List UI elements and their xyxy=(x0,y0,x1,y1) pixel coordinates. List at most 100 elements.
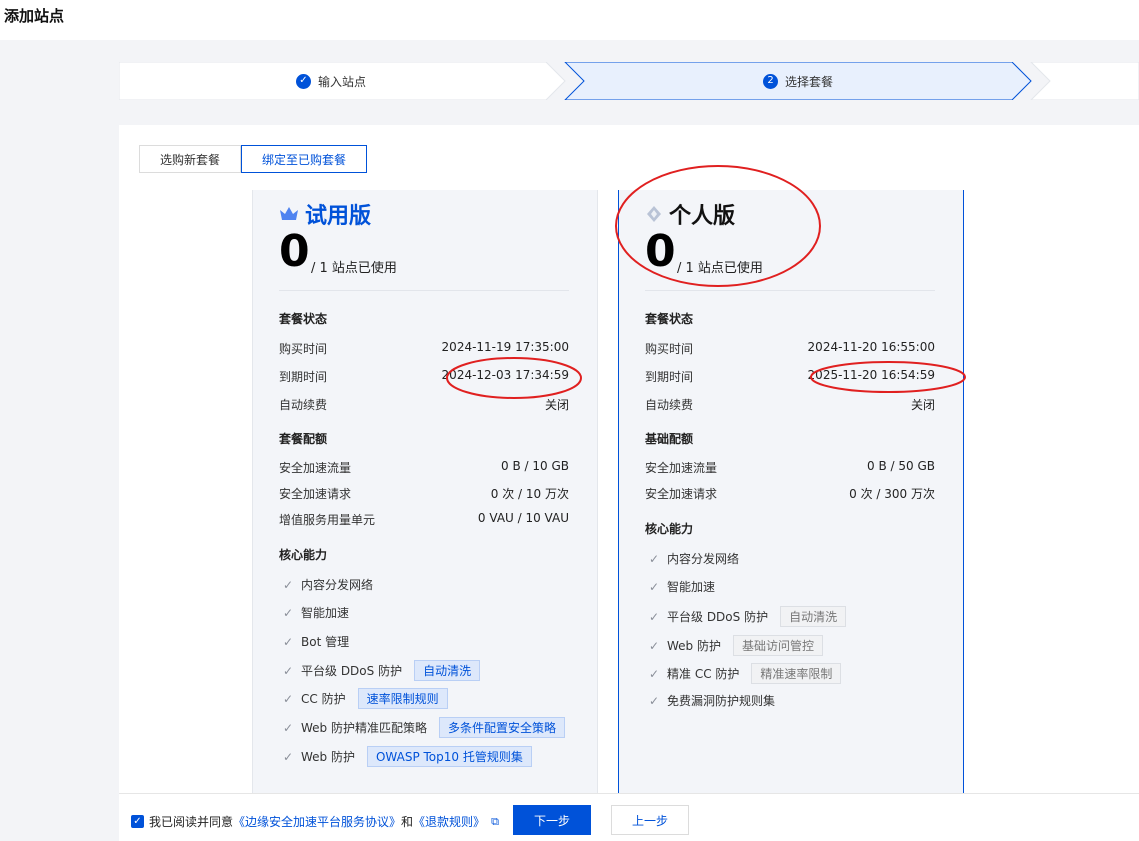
agree-checkbox[interactable]: ✓ xyxy=(131,815,144,828)
feature-item: ✓ 免费漏洞防护规则集 xyxy=(647,692,775,709)
row-label: 增值服务用量单元 xyxy=(279,513,376,527)
row-value: 关闭 xyxy=(544,398,569,412)
check-icon: ✓ xyxy=(282,691,294,706)
divider xyxy=(279,290,569,291)
crown-icon xyxy=(280,207,298,220)
purchase-time-row: 购买时间 2024-11-19 17:35:00 xyxy=(279,340,569,357)
check-icon: ✓ xyxy=(648,638,660,653)
quota-row-requests: 安全加速请求 0 次 / 10 万次 xyxy=(279,485,569,502)
feature-label: 平台级 DDoS 防护 xyxy=(667,610,769,624)
check-icon: ✓ xyxy=(282,605,294,620)
quota-row-traffic: 安全加速流量 0 B / 10 GB xyxy=(279,459,569,476)
feature-item: ✓ 平台级 DDoS 防护 自动清洗 xyxy=(281,660,481,681)
step-number-badge: 2 xyxy=(763,73,778,89)
expire-time-row: 到期时间 2025-11-20 16:54:59 xyxy=(645,368,935,385)
row-label: 到期时间 xyxy=(279,370,328,384)
feature-label: Web 防护 xyxy=(667,639,721,653)
row-label: 安全加速请求 xyxy=(279,487,352,501)
plan-card-personal[interactable]: 个人版 0 / 1 站点已使用 套餐状态 购买时间 2024-11-20 16:… xyxy=(618,190,964,800)
sites-used-count: 0 xyxy=(645,226,676,277)
check-icon: ✓ xyxy=(648,666,660,681)
tab-bind-existing-plan[interactable]: 绑定至已购套餐 xyxy=(241,145,368,173)
section-title-features: 核心能力 xyxy=(279,548,328,562)
check-icon: ✓ xyxy=(282,749,294,764)
check-icon: ✓ xyxy=(282,720,294,735)
row-label: 安全加速流量 xyxy=(645,461,718,475)
refund-rules-link[interactable]: 《退款规则》 xyxy=(413,813,485,830)
feature-tag: 速率限制规则 xyxy=(357,688,448,709)
sites-used-count: 0 xyxy=(279,226,310,277)
agree-prefix: 我已阅读并同意 xyxy=(149,815,234,829)
row-value: 2024-11-20 16:55:00 xyxy=(807,340,935,354)
feature-item: ✓ Web 防护精准匹配策略 多条件配置安全策略 xyxy=(281,717,565,738)
service-agreement-link[interactable]: 《边缘安全加速平台服务协议》 xyxy=(233,813,401,830)
footer-bar: ✓ 我已阅读并同意 《边缘安全加速平台服务协议》 和 《退款规则》 ⧉ 下一步 … xyxy=(119,793,1139,841)
row-label: 购买时间 xyxy=(279,342,328,356)
feature-label: 精准 CC 防护 xyxy=(667,667,740,681)
section-title-quota: 套餐配额 xyxy=(279,432,328,446)
check-icon: ✓ xyxy=(648,693,660,708)
row-value: 0 VAU / 10 VAU xyxy=(477,511,569,525)
feature-item: ✓ Bot 管理 xyxy=(281,633,349,650)
and-text: 和 xyxy=(401,815,414,829)
plan-source-tabs: 选购新套餐 绑定至已购套餐 xyxy=(139,145,368,173)
steps-background xyxy=(119,62,1139,100)
plan-name: 个人版 xyxy=(669,204,736,229)
auto-renew-row: 自动续费 关闭 xyxy=(279,396,569,413)
feature-label: 智能加速 xyxy=(667,580,716,594)
row-value: 2024-11-19 17:35:00 xyxy=(441,340,569,354)
divider xyxy=(645,290,935,291)
feature-label: Bot 管理 xyxy=(301,635,350,649)
tab-buy-new-plan[interactable]: 选购新套餐 xyxy=(139,145,242,173)
feature-label: Web 防护精准匹配策略 xyxy=(301,721,427,735)
diamond-icon xyxy=(647,206,661,222)
feature-label: CC 防护 xyxy=(301,692,346,706)
row-value: 0 B / 10 GB xyxy=(501,459,569,473)
section-title-status: 套餐状态 xyxy=(279,312,328,326)
steps-bar: ✓ 输入站点 2 选择套餐 xyxy=(119,62,1139,100)
feature-item: ✓ 内容分发网络 xyxy=(281,576,373,593)
prev-button[interactable]: 上一步 xyxy=(611,805,689,835)
feature-label: 内容分发网络 xyxy=(667,552,740,566)
row-label: 购买时间 xyxy=(645,342,694,356)
plan-name: 试用版 xyxy=(305,204,372,229)
step-choose-plan: 2 选择套餐 xyxy=(763,62,833,100)
check-circle-icon: ✓ xyxy=(296,73,311,89)
check-icon: ✓ xyxy=(648,579,660,594)
row-label: 安全加速流量 xyxy=(279,461,352,475)
row-value: 2024-12-03 17:34:59 xyxy=(441,368,569,382)
check-icon: ✓ xyxy=(282,634,294,649)
section-title-quota: 基础配额 xyxy=(645,432,694,446)
row-label: 到期时间 xyxy=(645,370,694,384)
check-icon: ✓ xyxy=(282,663,294,678)
expire-time-row: 到期时间 2024-12-03 17:34:59 xyxy=(279,368,569,385)
agreement: ✓ 我已阅读并同意 《边缘安全加速平台服务协议》 和 《退款规则》 ⧉ xyxy=(131,813,499,830)
row-value: 0 次 / 10 万次 xyxy=(490,487,569,501)
feature-tag: 自动清洗 xyxy=(414,660,481,681)
plan-card-trial[interactable]: 试用版 0 / 1 站点已使用 套餐状态 购买时间 2024-11-19 17:… xyxy=(252,190,598,800)
auto-renew-row: 自动续费 关闭 xyxy=(645,396,935,413)
next-button[interactable]: 下一步 xyxy=(513,805,591,835)
feature-item: ✓ 内容分发网络 xyxy=(647,550,739,567)
check-icon: ✓ xyxy=(648,551,660,566)
step-label: 输入站点 xyxy=(318,74,367,89)
feature-item: ✓ CC 防护 速率限制规则 xyxy=(281,688,448,709)
sites-usage-text: / 1 站点已使用 xyxy=(677,261,763,276)
row-value: 0 B / 50 GB xyxy=(867,459,935,473)
section-title-status: 套餐状态 xyxy=(645,312,694,326)
feature-item: ✓ 精准 CC 防护 精准速率限制 xyxy=(647,663,842,684)
external-link-icon[interactable]: ⧉ xyxy=(491,815,499,829)
step-input-site: ✓ 输入站点 xyxy=(296,62,366,100)
feature-tag: 自动清洗 xyxy=(780,606,847,627)
feature-label: 平台级 DDoS 防护 xyxy=(301,664,403,678)
feature-label: 免费漏洞防护规则集 xyxy=(667,694,776,708)
feature-tag: 基础访问管控 xyxy=(732,635,823,656)
feature-tag: OWASP Top10 托管规则集 xyxy=(366,746,532,767)
row-value: 2025-11-20 16:54:59 xyxy=(807,368,935,382)
check-icon: ✓ xyxy=(648,609,660,624)
feature-tag: 精准速率限制 xyxy=(751,663,842,684)
row-label: 自动续费 xyxy=(279,398,328,412)
section-title-features: 核心能力 xyxy=(645,522,694,536)
feature-item: ✓ Web 防护 OWASP Top10 托管规则集 xyxy=(281,746,532,767)
quota-row-vau: 增值服务用量单元 0 VAU / 10 VAU xyxy=(279,511,569,528)
